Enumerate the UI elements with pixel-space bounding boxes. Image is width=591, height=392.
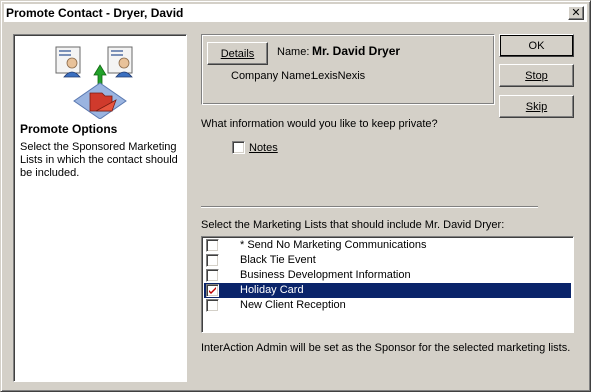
list-item-checkbox[interactable]: [206, 269, 219, 282]
list-item-checkbox-checked[interactable]: [206, 284, 219, 297]
list-item-label: New Client Reception: [240, 299, 346, 311]
sponsor-footer-note: InterAction Admin will be set as the Spo…: [201, 342, 571, 354]
list-item-label: Business Development Information: [240, 269, 411, 281]
list-item-label: Black Tie Event: [240, 254, 316, 266]
privacy-question: What information would you like to keep …: [201, 118, 438, 130]
stop-button-label: Stop: [525, 69, 548, 82]
list-item[interactable]: New Client Reception: [204, 298, 571, 313]
promote-options-panel: Promote Options Select the Sponsored Mar…: [13, 34, 187, 382]
list-item-checkbox[interactable]: [206, 254, 219, 267]
list-item-selected[interactable]: Holiday Card: [204, 283, 571, 298]
window-title: Promote Contact - Dryer, David: [6, 6, 184, 20]
skip-button-label: Skip: [525, 100, 548, 113]
ok-button-label: OK: [528, 39, 545, 52]
title-bar[interactable]: Promote Contact - Dryer, David ✕: [4, 4, 587, 22]
stop-button[interactable]: Stop: [499, 64, 574, 87]
checkmark-icon: [209, 287, 216, 294]
company-name-value: LexisNexis: [312, 70, 366, 82]
list-item-label: * Send No Marketing Communications: [240, 239, 427, 251]
ok-button[interactable]: OK: [499, 34, 574, 57]
promote-contact-dialog: Promote Contact - Dryer, David ✕ Promote…: [0, 0, 591, 392]
list-item-label: Holiday Card: [240, 284, 304, 296]
list-item[interactable]: Black Tie Event: [204, 253, 571, 268]
skip-button[interactable]: Skip: [499, 95, 574, 118]
company-name-label: Company Name:: [231, 70, 314, 82]
separator: [201, 206, 538, 208]
marketing-lists-prompt: Select the Marketing Lists that should i…: [201, 219, 505, 231]
marketing-lists-listbox[interactable]: * Send No Marketing Communications Black…: [201, 236, 574, 333]
close-icon: ✕: [571, 6, 581, 19]
close-button[interactable]: ✕: [568, 6, 584, 20]
list-item-checkbox[interactable]: [206, 239, 219, 252]
notes-label[interactable]: Notes: [249, 142, 278, 154]
promote-options-description: Select the Sponsored Marketing Lists in …: [20, 141, 178, 179]
promote-options-heading: Promote Options: [20, 122, 118, 136]
list-item[interactable]: * Send No Marketing Communications: [204, 238, 571, 253]
details-button-label: Details: [220, 47, 255, 60]
contact-name: Mr. David Dryer: [312, 44, 401, 58]
list-item-checkbox[interactable]: [206, 299, 219, 312]
details-button[interactable]: Details: [207, 42, 268, 65]
list-item[interactable]: Business Development Information: [204, 268, 571, 283]
promote-contact-icon: [55, 46, 133, 119]
notes-checkbox[interactable]: [232, 141, 245, 154]
name-label: Name:: [277, 46, 310, 58]
